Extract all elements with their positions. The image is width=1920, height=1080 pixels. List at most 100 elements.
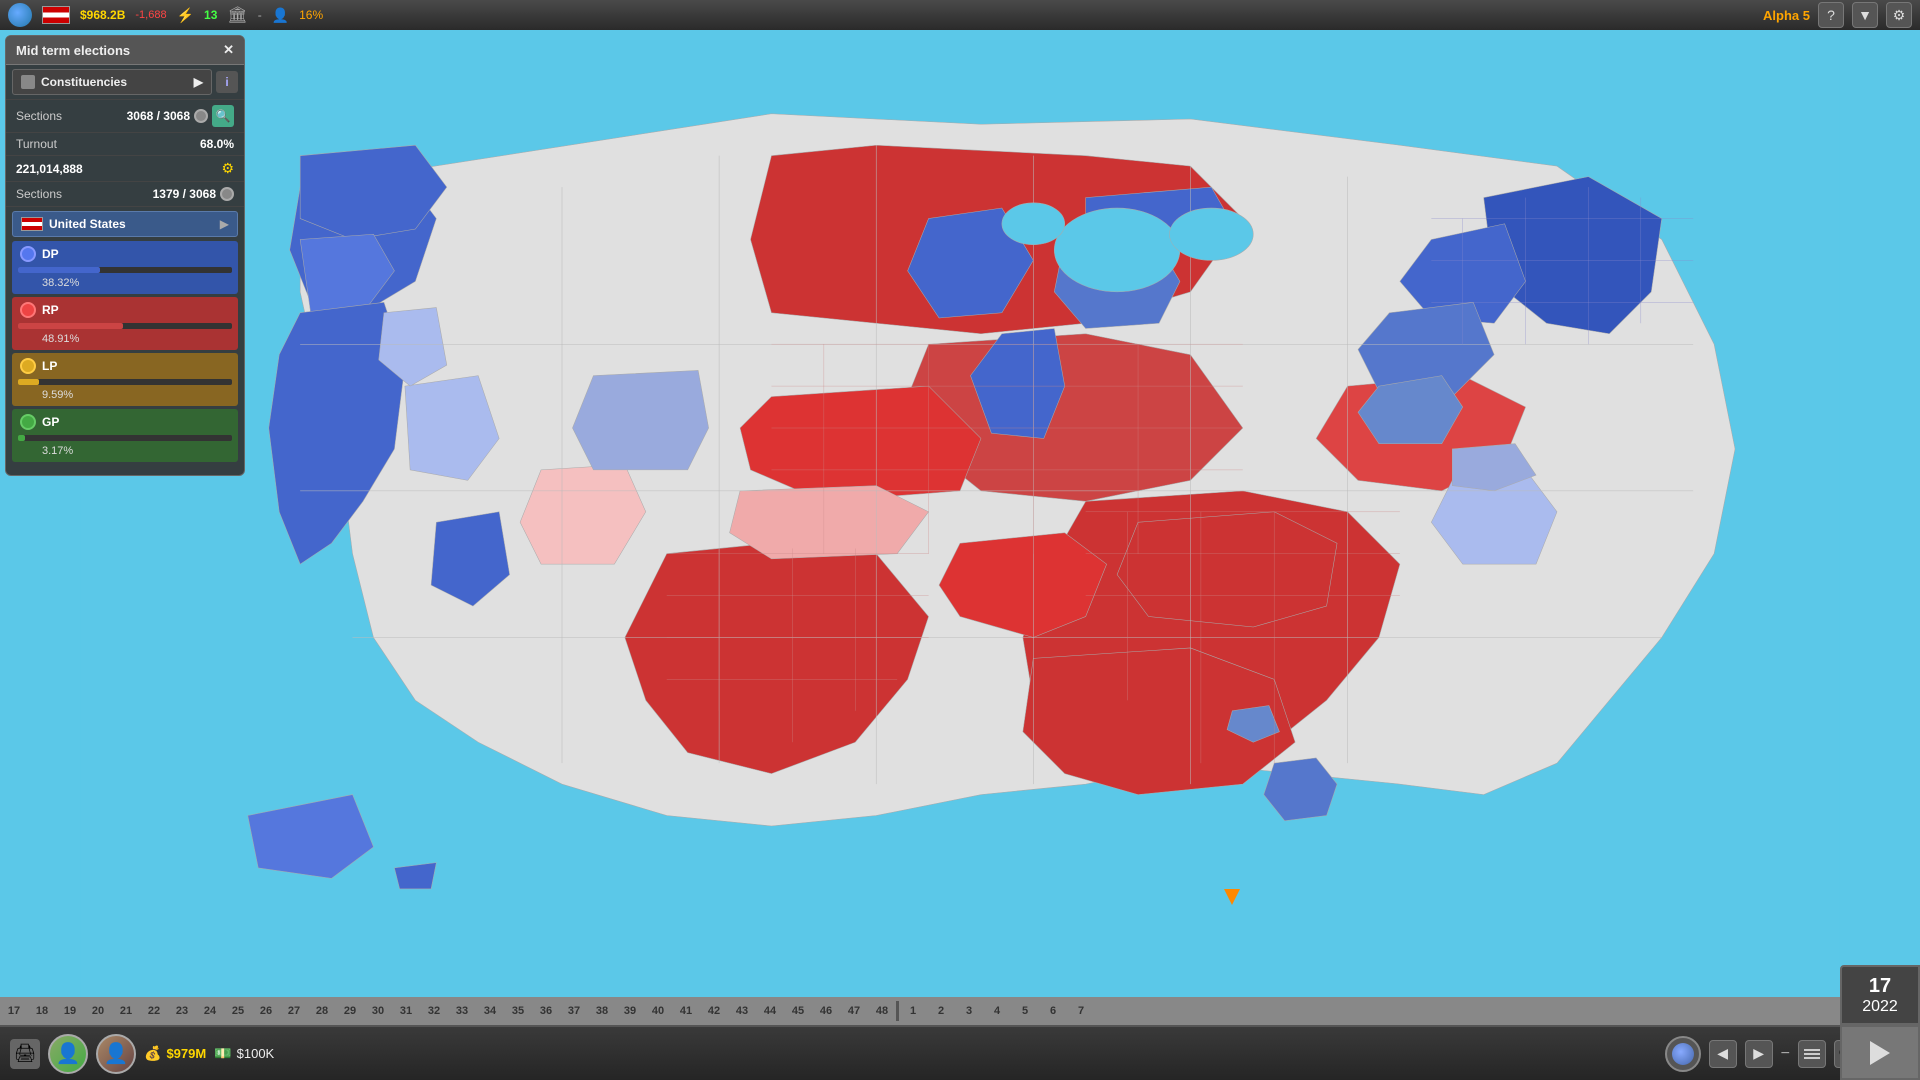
lp-bar <box>18 379 39 385</box>
money-change: -1,688 <box>135 9 166 21</box>
list-button[interactable] <box>1798 1040 1826 1068</box>
timeline-num-24[interactable]: 24 <box>196 1005 224 1017</box>
timeline-num-45[interactable]: 45 <box>784 1005 812 1017</box>
play-button[interactable] <box>1840 1025 1920 1080</box>
timeline-num-43[interactable]: 43 <box>728 1005 756 1017</box>
bottom-money-1-value: $979M <box>166 1046 206 1061</box>
population-icon: ⚙ <box>221 160 234 177</box>
timeline-num-34[interactable]: 34 <box>476 1005 504 1017</box>
flag-icon <box>42 6 70 24</box>
timeline-num-27[interactable]: 27 <box>280 1005 308 1017</box>
timeline-num-22[interactable]: 22 <box>140 1005 168 1017</box>
timeline-num-28[interactable]: 28 <box>308 1005 336 1017</box>
timeline-num-31[interactable]: 31 <box>392 1005 420 1017</box>
help-button[interactable]: ? <box>1818 2 1844 28</box>
bottom-money-2: 💵 $100K <box>214 1045 274 1062</box>
gp-bar-container <box>18 435 232 441</box>
timeline-num-26[interactable]: 26 <box>252 1005 280 1017</box>
lp-header: LP <box>12 353 238 379</box>
party-item-lp[interactable]: LP 9.59% <box>12 353 238 406</box>
play-icon <box>1870 1041 1890 1065</box>
rp-icon <box>20 302 36 318</box>
print-button[interactable]: 🖨 <box>10 1039 40 1069</box>
timeline-num-21[interactable]: 21 <box>112 1005 140 1017</box>
next-button[interactable]: ▶ <box>1745 1040 1773 1068</box>
minus-button[interactable]: − <box>1781 1045 1790 1063</box>
panel-header: Mid term elections ✕ <box>6 36 244 65</box>
country-bar[interactable]: United States ▶ <box>12 211 238 237</box>
timeline-num-4[interactable]: 4 <box>983 1005 1011 1017</box>
timeline-num-19[interactable]: 19 <box>56 1005 84 1017</box>
timeline-num-38[interactable]: 38 <box>588 1005 616 1017</box>
turnout-label: Turnout <box>16 137 57 151</box>
dp-bar-container <box>18 267 232 273</box>
timeline-num-37[interactable]: 37 <box>560 1005 588 1017</box>
filter-button[interactable]: ▼ <box>1852 2 1878 28</box>
sections-row: Sections 3068 / 3068 🔍 <box>6 100 244 133</box>
rp-name: RP <box>42 303 59 317</box>
gp-pct: 3.17% <box>12 445 238 462</box>
lp-bar-container <box>18 379 232 385</box>
dp-name: DP <box>42 247 59 261</box>
party-item-dp[interactable]: DP 38.32% <box>12 241 238 294</box>
avatar-2[interactable]: 👤 <box>96 1034 136 1074</box>
timeline-num-20[interactable]: 20 <box>84 1005 112 1017</box>
settings-button[interactable]: ⚙ <box>1886 2 1912 28</box>
timeline-num-2[interactable]: 2 <box>927 1005 955 1017</box>
lp-icon <box>20 358 36 374</box>
timeline-num-5[interactable]: 5 <box>1011 1005 1039 1017</box>
timeline-num-7[interactable]: 7 <box>1067 1005 1095 1017</box>
country-name: United States <box>49 217 220 231</box>
timeline-num-35[interactable]: 35 <box>504 1005 532 1017</box>
timeline-num-39[interactable]: 39 <box>616 1005 644 1017</box>
timeline-num-23[interactable]: 23 <box>168 1005 196 1017</box>
gp-header: GP <box>12 409 238 435</box>
usa-map-svg <box>0 30 1920 1025</box>
timeline-num-47[interactable]: 47 <box>840 1005 868 1017</box>
search-button[interactable]: 🔍 <box>212 105 234 127</box>
timeline-num-29[interactable]: 29 <box>336 1005 364 1017</box>
avatar-1[interactable]: 👤 <box>48 1034 88 1074</box>
constituencies-bar[interactable]: Constituencies ▶ <box>12 69 212 95</box>
globe-bottom-button[interactable] <box>1665 1036 1701 1072</box>
dp-header: DP <box>12 241 238 267</box>
timeline-num-36[interactable]: 36 <box>532 1005 560 1017</box>
party-item-gp[interactable]: GP 3.17% <box>12 409 238 462</box>
sections-label: Sections <box>16 109 62 123</box>
population-row: 221,014,888 ⚙ <box>6 156 244 182</box>
panel-close-button[interactable]: ✕ <box>223 42 234 58</box>
timeline-num-17[interactable]: 17 <box>0 1005 28 1017</box>
sections2-circle <box>220 187 234 201</box>
info-button[interactable]: i <box>216 71 238 93</box>
person-icon: 👤 <box>272 7 289 24</box>
timeline-num-33[interactable]: 33 <box>448 1005 476 1017</box>
timeline-num-30[interactable]: 30 <box>364 1005 392 1017</box>
timeline-num-18[interactable]: 18 <box>28 1005 56 1017</box>
timeline-num-42[interactable]: 42 <box>700 1005 728 1017</box>
prev-button[interactable]: ◀ <box>1709 1040 1737 1068</box>
panel-title: Mid term elections <box>16 43 130 58</box>
sections2-row: Sections 1379 / 3068 <box>6 182 244 207</box>
date-day: 17 <box>1869 975 1891 998</box>
globe-icon[interactable] <box>8 3 32 27</box>
timeline-num-3[interactable]: 3 <box>955 1005 983 1017</box>
timeline-num-44[interactable]: 44 <box>756 1005 784 1017</box>
timeline-num-46[interactable]: 46 <box>812 1005 840 1017</box>
bottom-money-2-value: $100K <box>237 1046 275 1061</box>
rp-bar-container <box>18 323 232 329</box>
country-expand-icon: ▶ <box>220 217 229 231</box>
timeline-num-48[interactable]: 48 <box>868 1005 896 1017</box>
timeline-num-25[interactable]: 25 <box>224 1005 252 1017</box>
gp-icon <box>20 414 36 430</box>
date-box: 17 2022 <box>1840 965 1920 1025</box>
party-item-rp[interactable]: RP 48.91% <box>12 297 238 350</box>
map-container[interactable] <box>0 30 1920 1025</box>
cursor-indicator <box>1224 889 1240 905</box>
timeline-num-41[interactable]: 41 <box>672 1005 700 1017</box>
timeline-bar[interactable]: 17 18 19 20 21 22 23 24 25 26 27 28 29 3… <box>0 997 1920 1025</box>
timeline-num-32[interactable]: 32 <box>420 1005 448 1017</box>
timeline-num-1[interactable]: 1 <box>899 1005 927 1017</box>
sections-circle <box>194 109 208 123</box>
timeline-num-40[interactable]: 40 <box>644 1005 672 1017</box>
timeline-num-6[interactable]: 6 <box>1039 1005 1067 1017</box>
